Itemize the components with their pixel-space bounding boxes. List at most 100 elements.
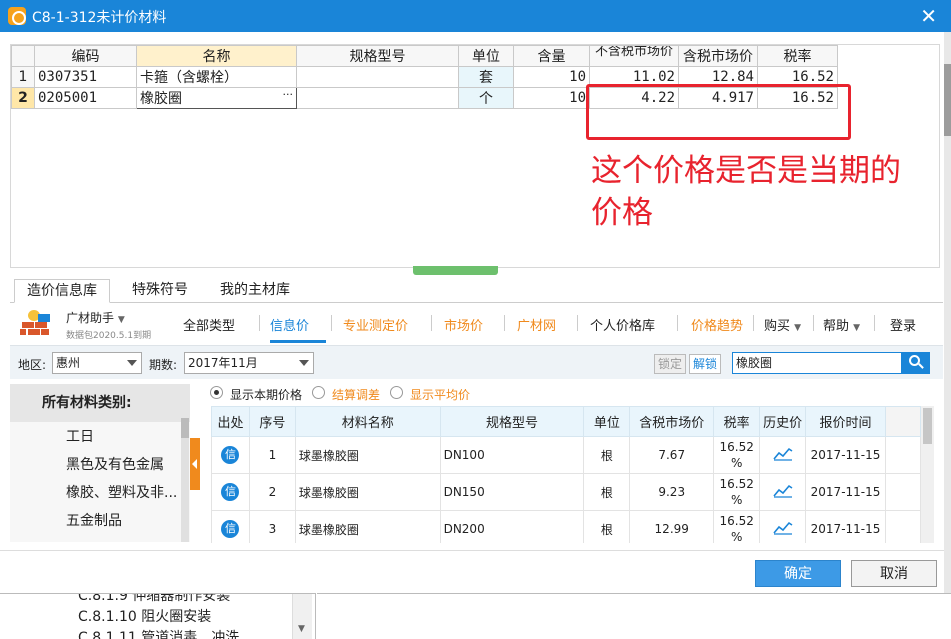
cell-source[interactable]: 信 bbox=[211, 510, 250, 543]
search-input[interactable]: 橡胶圈 bbox=[732, 352, 902, 374]
cell-unit[interactable]: 套 bbox=[458, 66, 514, 88]
nav-help-label[interactable]: 帮助 bbox=[823, 319, 849, 334]
cell-price[interactable]: 7.67 bbox=[629, 436, 715, 474]
col-index[interactable]: 序号 bbox=[248, 406, 296, 437]
brand-dropdown-icon[interactable]: ▼ bbox=[118, 315, 125, 325]
cell-quote-date[interactable]: 2017-11-15 bbox=[805, 510, 886, 543]
cell-name[interactable]: 卡箍（含螺栓） bbox=[136, 66, 297, 88]
tree-item[interactable]: C.8.1.10 阻火圈安装 bbox=[78, 606, 211, 626]
tree-item[interactable]: C.8.1.11 管道消毒、冲洗 bbox=[78, 627, 239, 639]
collapse-sidebar-button[interactable] bbox=[190, 438, 200, 490]
cell-tax[interactable]: 16.52 % bbox=[713, 436, 761, 474]
radio-average-price[interactable] bbox=[390, 386, 403, 399]
cell-spec[interactable] bbox=[296, 87, 459, 109]
background-scrollbar-thumb[interactable] bbox=[944, 64, 951, 136]
price-grid-scrollbar[interactable] bbox=[921, 406, 934, 543]
cell-tax[interactable]: 16.52 % bbox=[713, 510, 761, 543]
cell-quote-date[interactable]: 2017-11-15 bbox=[805, 436, 886, 474]
cell-name-value[interactable]: 橡胶圈 bbox=[140, 91, 182, 107]
cell-unit[interactable]: 根 bbox=[583, 510, 631, 543]
close-icon[interactable]: ✕ bbox=[920, 4, 937, 28]
cell-unit[interactable]: 个 bbox=[458, 87, 514, 109]
info-source-icon[interactable]: 信 bbox=[221, 520, 240, 538]
cell-index[interactable]: 1 bbox=[248, 436, 296, 474]
ellipsis-button[interactable]: ··· bbox=[283, 89, 294, 102]
category-item[interactable]: 黑色及有色金属 bbox=[66, 454, 164, 474]
col-code[interactable]: 编码 bbox=[34, 45, 137, 67]
category-item[interactable]: 橡胶、塑料及非... bbox=[66, 482, 177, 502]
table-row[interactable]: 信 3 球墨橡胶圈 DN200 根 12.99 16.52 % 2017-11-… bbox=[211, 510, 921, 543]
col-tax[interactable]: 税率 bbox=[757, 45, 838, 67]
radio-average-price-label[interactable]: 显示平均价 bbox=[410, 386, 470, 403]
col-qty[interactable]: 含量 bbox=[513, 45, 590, 67]
cell-spec[interactable]: DN100 bbox=[439, 436, 585, 474]
nav-guangcai-web[interactable]: 广材网 bbox=[517, 315, 556, 334]
row-number[interactable]: 1 bbox=[11, 66, 35, 88]
lock-button[interactable]: 锁定 bbox=[654, 354, 687, 374]
cell-source[interactable]: 信 bbox=[211, 473, 250, 511]
tab-my-main-materials[interactable]: 我的主材库 bbox=[208, 279, 302, 303]
cell-material-name[interactable]: 球墨橡胶圈 bbox=[294, 510, 441, 543]
col-spec[interactable]: 规格型号 bbox=[439, 406, 585, 437]
chevron-down-icon[interactable]: ▼ bbox=[298, 624, 305, 634]
cell-name-editing[interactable]: 橡胶圈 ··· bbox=[136, 87, 297, 109]
search-icon[interactable] bbox=[902, 352, 930, 374]
cell-price[interactable]: 12.99 bbox=[629, 510, 715, 543]
region-value[interactable]: 惠州 bbox=[56, 356, 80, 370]
tree-item[interactable]: C.8.1.9 伸缩器制作安装 bbox=[78, 594, 230, 605]
trend-chart-icon[interactable] bbox=[773, 484, 793, 498]
cell-qty[interactable]: 10 bbox=[513, 66, 590, 88]
cancel-button[interactable]: 取消 bbox=[851, 560, 937, 587]
cell-material-name[interactable]: 球墨橡胶圈 bbox=[294, 473, 441, 511]
background-scrollbar[interactable] bbox=[944, 32, 951, 639]
nav-market-price[interactable]: 市场价 bbox=[444, 315, 483, 334]
col-name[interactable]: 名称 bbox=[136, 45, 297, 67]
col-price-inc[interactable]: 含税市场价 bbox=[678, 45, 758, 67]
cell-tax[interactable]: 16.52 % bbox=[713, 473, 761, 511]
cell-spec[interactable]: DN200 bbox=[439, 510, 585, 543]
cell-qty[interactable]: 10 bbox=[513, 87, 590, 109]
table-row[interactable]: 信 2 球墨橡胶圈 DN150 根 9.23 16.52 % 2017-11-1… bbox=[211, 473, 921, 511]
info-source-icon[interactable]: 信 bbox=[221, 446, 240, 464]
col-unit[interactable]: 单位 bbox=[458, 45, 514, 67]
nav-login[interactable]: 登录 bbox=[890, 315, 916, 334]
cell-history[interactable] bbox=[759, 510, 807, 543]
nav-personal-library[interactable]: 个人价格库 bbox=[590, 315, 655, 334]
price-grid-scrollbar-thumb[interactable] bbox=[923, 408, 932, 444]
category-item[interactable]: 五金制品 bbox=[66, 510, 122, 530]
col-tax[interactable]: 税率 bbox=[713, 406, 761, 437]
radio-settlement[interactable] bbox=[312, 386, 325, 399]
tab-special-symbols[interactable]: 特殊符号 bbox=[120, 279, 200, 303]
radio-settlement-label[interactable]: 结算调差 bbox=[332, 386, 380, 403]
period-select[interactable]: 2017年11月 bbox=[184, 352, 314, 374]
nav-help[interactable]: 帮助 ▼ bbox=[823, 315, 860, 334]
cell-index[interactable]: 2 bbox=[248, 473, 296, 511]
cell-unit[interactable]: 根 bbox=[583, 473, 631, 511]
row-number[interactable]: 2 bbox=[11, 87, 35, 109]
sidebar-scrollbar-thumb[interactable] bbox=[181, 418, 189, 438]
col-price-ex[interactable]: 不含税市场价 bbox=[589, 45, 679, 67]
cell-code[interactable]: 0307351 bbox=[34, 66, 137, 88]
nav-buy-label[interactable]: 购买 bbox=[764, 319, 790, 334]
cell-material-name[interactable]: 球墨橡胶圈 bbox=[294, 436, 441, 474]
cell-source[interactable]: 信 bbox=[211, 436, 250, 474]
region-select[interactable]: 惠州 bbox=[52, 352, 142, 374]
col-material-name[interactable]: 材料名称 bbox=[294, 406, 441, 437]
radio-current-price-label[interactable]: 显示本期价格 bbox=[230, 386, 302, 403]
nav-price-trend[interactable]: 价格趋势 bbox=[691, 315, 743, 334]
cell-spec[interactable]: DN150 bbox=[439, 473, 585, 511]
col-unit[interactable]: 单位 bbox=[583, 406, 631, 437]
col-history[interactable]: 历史价 bbox=[759, 406, 807, 437]
cell-code[interactable]: 0205001 bbox=[34, 87, 137, 109]
unlock-button[interactable]: 解锁 bbox=[689, 354, 722, 374]
nav-info-price[interactable]: 信息价 bbox=[270, 315, 309, 334]
col-source[interactable]: 出处 bbox=[211, 406, 250, 437]
nav-all-types[interactable]: 全部类型 bbox=[183, 315, 235, 334]
cell-history[interactable] bbox=[759, 436, 807, 474]
cell-history[interactable] bbox=[759, 473, 807, 511]
col-price[interactable]: 含税市场价 bbox=[629, 406, 715, 437]
panel-splitter[interactable] bbox=[413, 266, 498, 275]
col-quote-date[interactable]: 报价时间 bbox=[805, 406, 886, 437]
trend-chart-icon[interactable] bbox=[773, 447, 793, 461]
nav-buy[interactable]: 购买 ▼ bbox=[764, 315, 801, 334]
